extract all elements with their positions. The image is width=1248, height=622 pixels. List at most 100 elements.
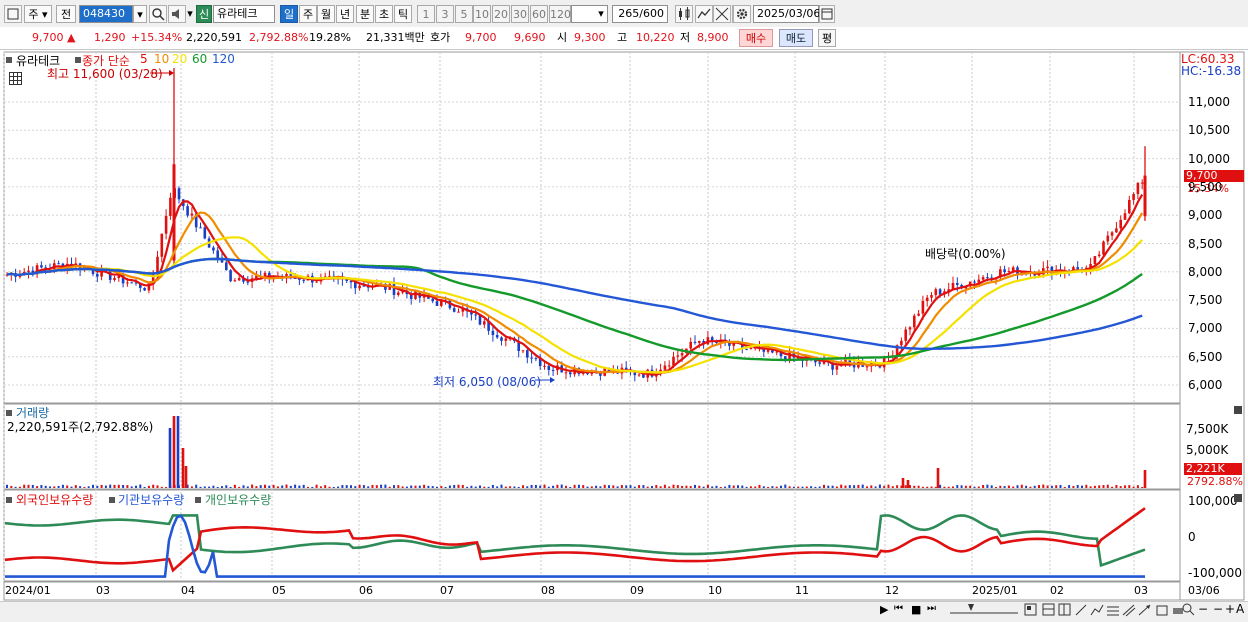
volume-bar (453, 484, 456, 488)
fast-forward-icon[interactable]: ⏭ (927, 603, 941, 617)
period-tab-5[interactable]: 초 (375, 5, 393, 23)
volume-bar (332, 486, 335, 488)
volume-bar (358, 484, 361, 488)
layout-2-icon[interactable] (1042, 603, 1056, 617)
period-tab-1[interactable]: 주 (299, 5, 317, 23)
volume-bar (199, 486, 202, 488)
layout-3-icon[interactable] (1058, 603, 1072, 617)
candle-type-icon[interactable] (675, 5, 693, 23)
font-size-icon[interactable]: A (1236, 602, 1246, 616)
volume-spike-bar (936, 468, 940, 488)
calendar-icon[interactable] (819, 5, 835, 23)
date-field[interactable]: 2025/03/06 (753, 5, 820, 23)
period-tab-4[interactable]: 분 (356, 5, 374, 23)
period-tab-2[interactable]: 월 (317, 5, 335, 23)
volume-bar (672, 484, 675, 488)
volume-bar (36, 486, 39, 488)
search-icon[interactable] (149, 5, 167, 23)
settings-gear-icon[interactable] (733, 5, 751, 23)
candle-body (126, 282, 129, 284)
count-field[interactable]: 265/600 (612, 5, 668, 23)
ma-legend-10: 10 (154, 52, 170, 66)
interval-dropdown-arrow[interactable]: ▾ (594, 5, 608, 23)
interval-button-5[interactable]: 30 (511, 5, 529, 23)
volume-bar (156, 485, 159, 488)
volume-bar (874, 486, 877, 488)
volume-bar (676, 485, 679, 488)
draw-channel-icon[interactable] (1122, 603, 1136, 617)
period-tab-3[interactable]: 년 (336, 5, 354, 23)
period-tab-6[interactable]: 틱 (394, 5, 412, 23)
volume-bar (285, 484, 288, 488)
zoom-out-icon[interactable]: − (1198, 602, 1210, 616)
interval-button-1[interactable]: 3 (436, 5, 454, 23)
interval-button-3[interactable]: 10 (473, 5, 491, 23)
eval-button[interactable]: 평 (818, 29, 836, 47)
window-icon[interactable] (4, 5, 22, 23)
code-dropdown-arrow[interactable]: ▾ (133, 5, 147, 23)
volume-bar (573, 484, 576, 488)
volume-spike-bar (172, 416, 176, 488)
stock-code-input[interactable]: 048430 (79, 5, 133, 23)
volume-last-pct: 2792.88% (1187, 475, 1243, 488)
rewind-icon[interactable]: ⏮ (894, 603, 908, 617)
draw-line-icon[interactable] (1074, 603, 1088, 617)
candle-body (397, 292, 400, 295)
sell-button[interactable]: 매도 (779, 29, 813, 47)
volume-bar (569, 486, 572, 488)
prev-button[interactable]: 전 (56, 5, 76, 23)
volume-bar (629, 485, 632, 488)
candle-body (547, 365, 551, 370)
holder-panel-close-icon[interactable] (1234, 494, 1242, 502)
x-axis-label-0: 2024/01 (5, 584, 51, 597)
low-price: 8,900 (697, 31, 729, 44)
crosshair-icon[interactable] (713, 5, 731, 23)
candle-body (1123, 213, 1127, 220)
volume-bar (921, 486, 924, 488)
sound-icon[interactable] (168, 5, 186, 23)
volume-bar (83, 486, 86, 488)
x-axis-label-14: 03/06 (1188, 584, 1220, 597)
layout-1-icon[interactable] (1024, 603, 1038, 617)
delete-drawing-icon[interactable] (1155, 603, 1169, 617)
grid-table-icon[interactable] (9, 72, 22, 85)
volume-bar (1003, 486, 1006, 488)
zoom-minus-icon[interactable]: − (1213, 602, 1225, 616)
candle-body (1106, 235, 1110, 242)
interval-button-7[interactable]: 120 (549, 5, 571, 23)
volume-bar (423, 484, 426, 488)
volume-bar (590, 486, 593, 488)
price-tick-4: 9,000 (1188, 208, 1223, 223)
zoom-search-icon[interactable] (1181, 602, 1195, 616)
buy-button[interactable]: 매수 (739, 29, 773, 47)
stop-icon[interactable]: ■ (911, 603, 923, 617)
volume-bar (436, 486, 438, 488)
sound-dropdown-arrow[interactable]: ▾ (185, 5, 195, 23)
candle-body (676, 355, 680, 357)
volume-spike-bar (184, 466, 188, 488)
interval-button-6[interactable]: 60 (530, 5, 548, 23)
interval-button-2[interactable]: 5 (455, 5, 473, 23)
panel-menu-icon[interactable] (5, 54, 13, 63)
interval-button-4[interactable]: 20 (492, 5, 510, 23)
market-type-select[interactable]: 주 ▾ (24, 5, 52, 23)
interval-button-0[interactable]: 1 (417, 5, 435, 23)
draw-fib-icon[interactable] (1106, 603, 1120, 617)
zoom-in-icon[interactable]: + (1225, 602, 1235, 616)
chart-canvas[interactable] (0, 50, 1248, 621)
volume-bar (917, 485, 920, 488)
indicator-icon[interactable] (695, 5, 713, 23)
volume-bar (1128, 485, 1131, 488)
period-tab-0[interactable]: 일 (280, 5, 298, 23)
volume-bar (646, 486, 649, 488)
draw-trend-icon[interactable] (1090, 603, 1104, 617)
volume-panel-close-icon[interactable] (1234, 406, 1242, 414)
candle-body (143, 287, 146, 291)
scroll-right-icon[interactable]: ▶ (880, 603, 892, 617)
volume-bar (208, 486, 211, 488)
candle-body (956, 282, 959, 285)
zoom-slider[interactable] (948, 602, 1020, 616)
volume-bar (315, 484, 318, 488)
draw-arrow-icon[interactable] (1138, 603, 1152, 617)
candle-body (474, 314, 477, 316)
